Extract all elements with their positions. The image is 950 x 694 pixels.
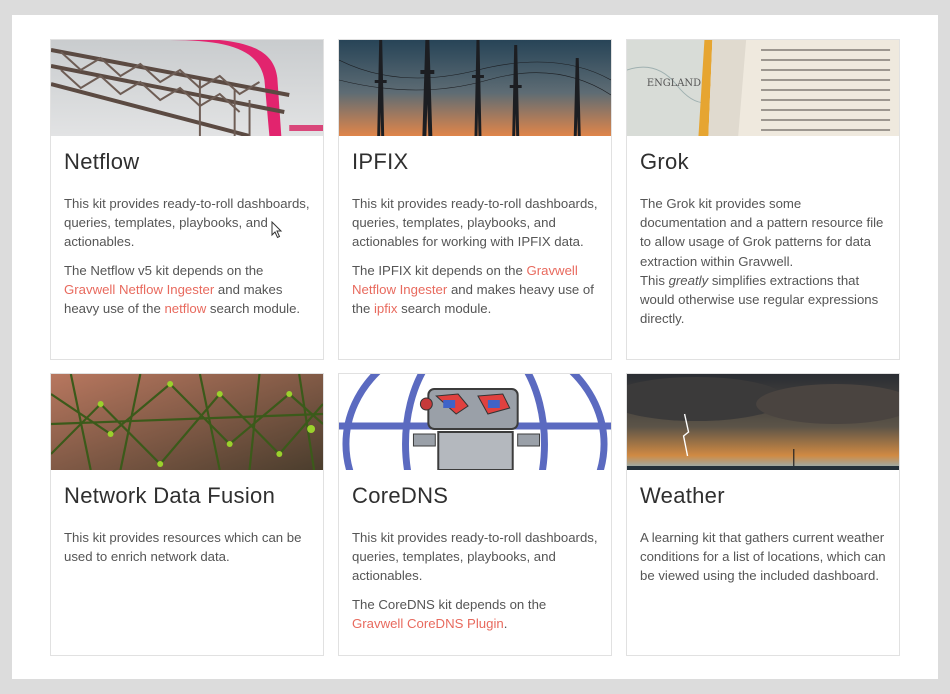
- gravwell-coredns-plugin-link[interactable]: Gravwell CoreDNS Plugin: [352, 616, 504, 631]
- weather-thumbnail: [627, 374, 899, 470]
- kit-title: CoreDNS: [352, 483, 449, 508]
- kit-title: Netflow: [64, 149, 140, 174]
- dependency-text: search module.: [206, 301, 301, 317]
- kit-title: IPFIX: [352, 149, 409, 174]
- map-text: ENGLAND: [647, 78, 701, 89]
- kit-card-ipfix[interactable]: IPFIX This kit provides ready-to-roll da…: [338, 39, 612, 360]
- kit-card-netflow[interactable]: Netflow This kit provides ready-to-roll …: [50, 39, 324, 360]
- dependency-text: search module.: [397, 301, 492, 317]
- grok-thumbnail: ENGLAND: [627, 40, 899, 136]
- kit-title: Grok: [640, 149, 689, 174]
- netflow-module-link[interactable]: netflow: [164, 301, 206, 316]
- kit-card-grok[interactable]: ENGLAND Grok The Grok kit provides some …: [626, 39, 900, 360]
- kits-panel: Netflow This kit provides ready-to-roll …: [12, 15, 938, 679]
- kit-card-coredns[interactable]: CoreDNS This kit provides ready-to-roll …: [338, 373, 612, 656]
- kit-dependency: The IPFIX kit depends on the Gravwell Ne…: [352, 261, 598, 319]
- kit-description: A learning kit that gathers current weat…: [640, 530, 886, 584]
- ipfix-thumbnail: [339, 40, 611, 136]
- gravwell-netflow-ingester-link[interactable]: Gravwell Netflow Ingester: [64, 282, 214, 297]
- dependency-text: The IPFIX kit depends on the: [352, 262, 527, 278]
- kit-description: This kit provides ready-to-roll dashboar…: [352, 196, 598, 250]
- kit-description: This kit provides ready-to-roll dashboar…: [352, 530, 598, 584]
- dependency-text: The Netflow v5 kit depends on the: [64, 262, 264, 278]
- coredns-thumbnail: [339, 374, 611, 470]
- ipfix-module-link[interactable]: ipfix: [374, 301, 397, 316]
- dependency-text: .: [503, 615, 508, 631]
- note-text: This: [640, 272, 669, 288]
- netflow-thumbnail: [51, 40, 323, 136]
- kit-description: This kit provides resources which can be…: [64, 530, 302, 565]
- kit-note: This greatly simplifies extractions that…: [640, 271, 886, 329]
- kit-dependency: The CoreDNS kit depends on the Gravwell …: [352, 595, 598, 633]
- description-text: The Grok kit provides some documentation…: [640, 196, 884, 269]
- kit-dependency: The Netflow v5 kit depends on the Gravwe…: [64, 261, 310, 319]
- emphasis-text: greatly: [668, 272, 709, 288]
- kit-card-weather[interactable]: Weather A learning kit that gathers curr…: [626, 373, 900, 656]
- dependency-text: The CoreDNS kit depends on the: [352, 596, 547, 612]
- network-data-fusion-thumbnail: [51, 374, 323, 470]
- kit-card-network-data-fusion[interactable]: Network Data Fusion This kit provides re…: [50, 373, 324, 656]
- kit-title: Weather: [640, 483, 725, 508]
- mouse-cursor-icon: [271, 221, 283, 239]
- kit-title: Network Data Fusion: [64, 483, 276, 508]
- kit-description: The Grok kit provides some documentation…: [640, 194, 886, 271]
